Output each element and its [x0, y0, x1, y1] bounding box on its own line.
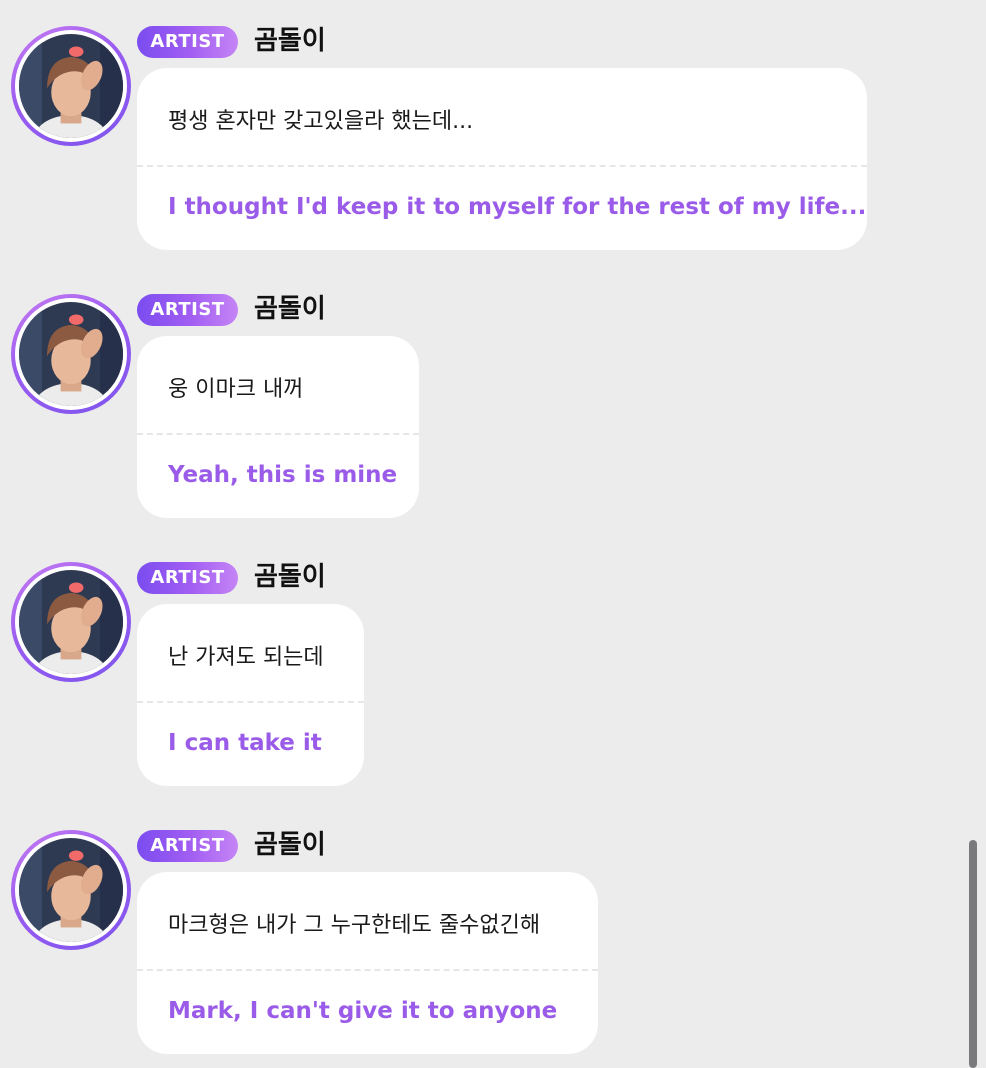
- message-bubble[interactable]: 웅 이마크 내꺼 Yeah, this is mine: [137, 336, 419, 518]
- artist-badge: ARTIST: [137, 294, 238, 326]
- message-translation-text: I thought I'd keep it to myself for the …: [168, 194, 867, 220]
- message-bubble[interactable]: 마크형은 내가 그 누구한테도 줄수없긴해 Mark, I can't give…: [137, 872, 598, 1054]
- avatar[interactable]: [11, 294, 131, 414]
- avatar[interactable]: [11, 830, 131, 950]
- profile-photo-icon: [19, 838, 123, 942]
- sender-name[interactable]: 곰돌이: [254, 291, 326, 327]
- translation-divider: [137, 701, 364, 703]
- sender-name[interactable]: 곰돌이: [254, 23, 326, 59]
- translation-divider: [137, 969, 598, 971]
- profile-photo-icon: [19, 34, 123, 138]
- sender-name[interactable]: 곰돌이: [254, 827, 326, 863]
- avatar[interactable]: [11, 26, 131, 146]
- artist-badge: ARTIST: [137, 26, 238, 58]
- avatar[interactable]: [11, 562, 131, 682]
- message-translation-text: Yeah, this is mine: [168, 462, 398, 488]
- message-translation-text: Mark, I can't give it to anyone: [168, 998, 558, 1024]
- message-original-text: 난 가져도 되는데: [168, 645, 324, 670]
- message-original-text: 평생 혼자만 갖고있을라 했는데...: [168, 109, 474, 134]
- scrollbar-thumb[interactable]: [969, 840, 977, 1068]
- message-bubble[interactable]: 난 가져도 되는데 I can take it: [137, 604, 364, 786]
- sender-name[interactable]: 곰돌이: [254, 559, 326, 595]
- message-bubble[interactable]: 평생 혼자만 갖고있을라 했는데... I thought I'd keep i…: [137, 68, 867, 250]
- artist-badge: ARTIST: [137, 562, 238, 594]
- message-original-text: 웅 이마크 내꺼: [168, 377, 304, 402]
- profile-photo-icon: [19, 302, 123, 406]
- profile-photo-icon: [19, 570, 123, 674]
- message-original-text: 마크형은 내가 그 누구한테도 줄수없긴해: [168, 913, 541, 938]
- translation-divider: [137, 433, 419, 435]
- message-translation-text: I can take it: [168, 730, 322, 756]
- artist-badge: ARTIST: [137, 830, 238, 862]
- translation-divider: [137, 165, 867, 167]
